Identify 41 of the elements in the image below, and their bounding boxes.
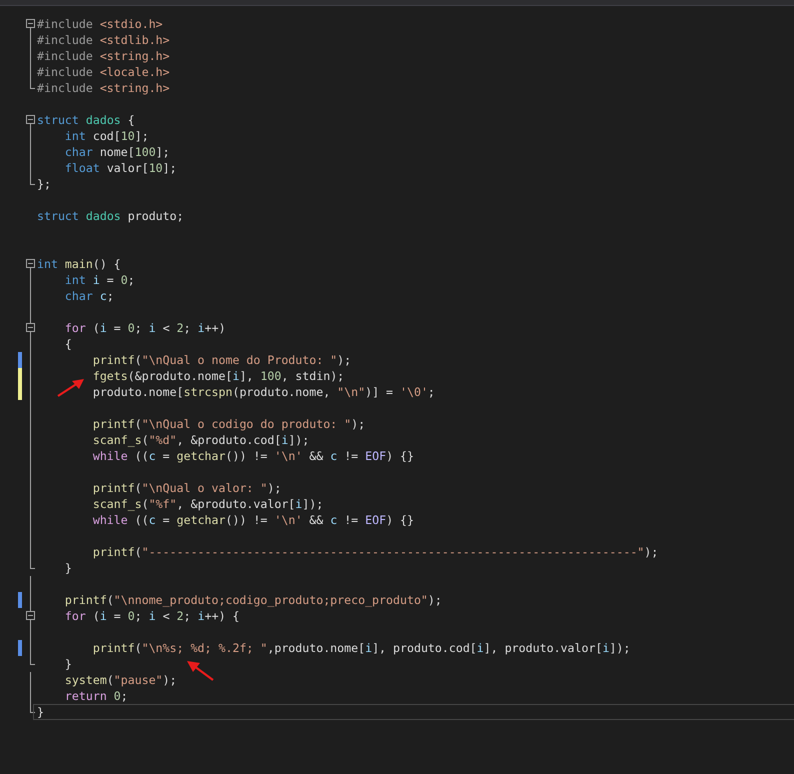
code-line: for (i = 0; i < 2; i++) { [64,608,240,624]
code-line: } [64,656,72,672]
code-line: int main() { [37,256,121,272]
code-line: #include <string.h> [37,80,170,96]
code-line: scanf_s("%f", &produto.valor[i]); [92,496,324,512]
code-line: float valor[10]; [64,160,177,176]
code-line: int i = 0; [64,272,135,288]
code-line: char nome[100]; [64,144,170,160]
arrow-annotation [56,378,86,398]
code-line: printf("\nQual o nome do Produto: "); [92,352,352,368]
code-line: } [64,560,72,576]
code-line: while ((c = getchar()) != '\n' && c != EOF) {} [92,448,414,464]
code-line: printf("\nQual o codigo do produto: "); [92,416,366,432]
code-line: #include <locale.h> [37,64,170,80]
code-line: { [64,336,72,352]
code-line: printf("\nQual o valor: "); [92,480,282,496]
code-line: #include <stdio.h> [37,16,163,32]
code-line: while ((c = getchar()) != '\n' && c != EOF) {} [92,512,414,528]
collapse-icon[interactable] [26,19,35,28]
collapse-icon[interactable] [26,115,35,124]
code-line: int cod[10]; [64,128,149,144]
code-line: struct dados produto; [37,208,184,224]
code-line: #include <string.h> [37,48,170,64]
collapse-icon[interactable] [26,323,35,332]
code-line: } [37,704,44,720]
code-line: #include <stdlib.h> [37,32,170,48]
code-line: system("pause"); [64,672,177,688]
code-line: scanf_s("%d", &produto.cod[i]); [92,432,310,448]
code-line: printf("\n%s; %d; %.2f; ",produto.nome[i], produto.cod[i], produto.valor[i]); [92,640,630,656]
code-line: produto.nome[strcspn(produto.nome, "\n")] = '\0'; [92,384,435,400]
collapse-icon[interactable] [26,611,35,620]
code-line: return 0; [64,688,128,704]
code-line: printf("----------------------------------------------------------------------"); [92,544,658,560]
code-line: }; [37,176,51,192]
code-line: char c; [64,288,114,304]
code-line: printf("\nnome_produto;codigo_produto;preco_produto"); [64,592,442,608]
collapse-icon[interactable] [26,259,35,268]
code-line: for (i = 0; i < 2; i++) [64,320,226,336]
code-line: fgets(&produto.nome[i], 100, stdin); [92,368,344,384]
arrow-annotation [186,660,216,682]
code-line: struct dados { [37,112,135,128]
